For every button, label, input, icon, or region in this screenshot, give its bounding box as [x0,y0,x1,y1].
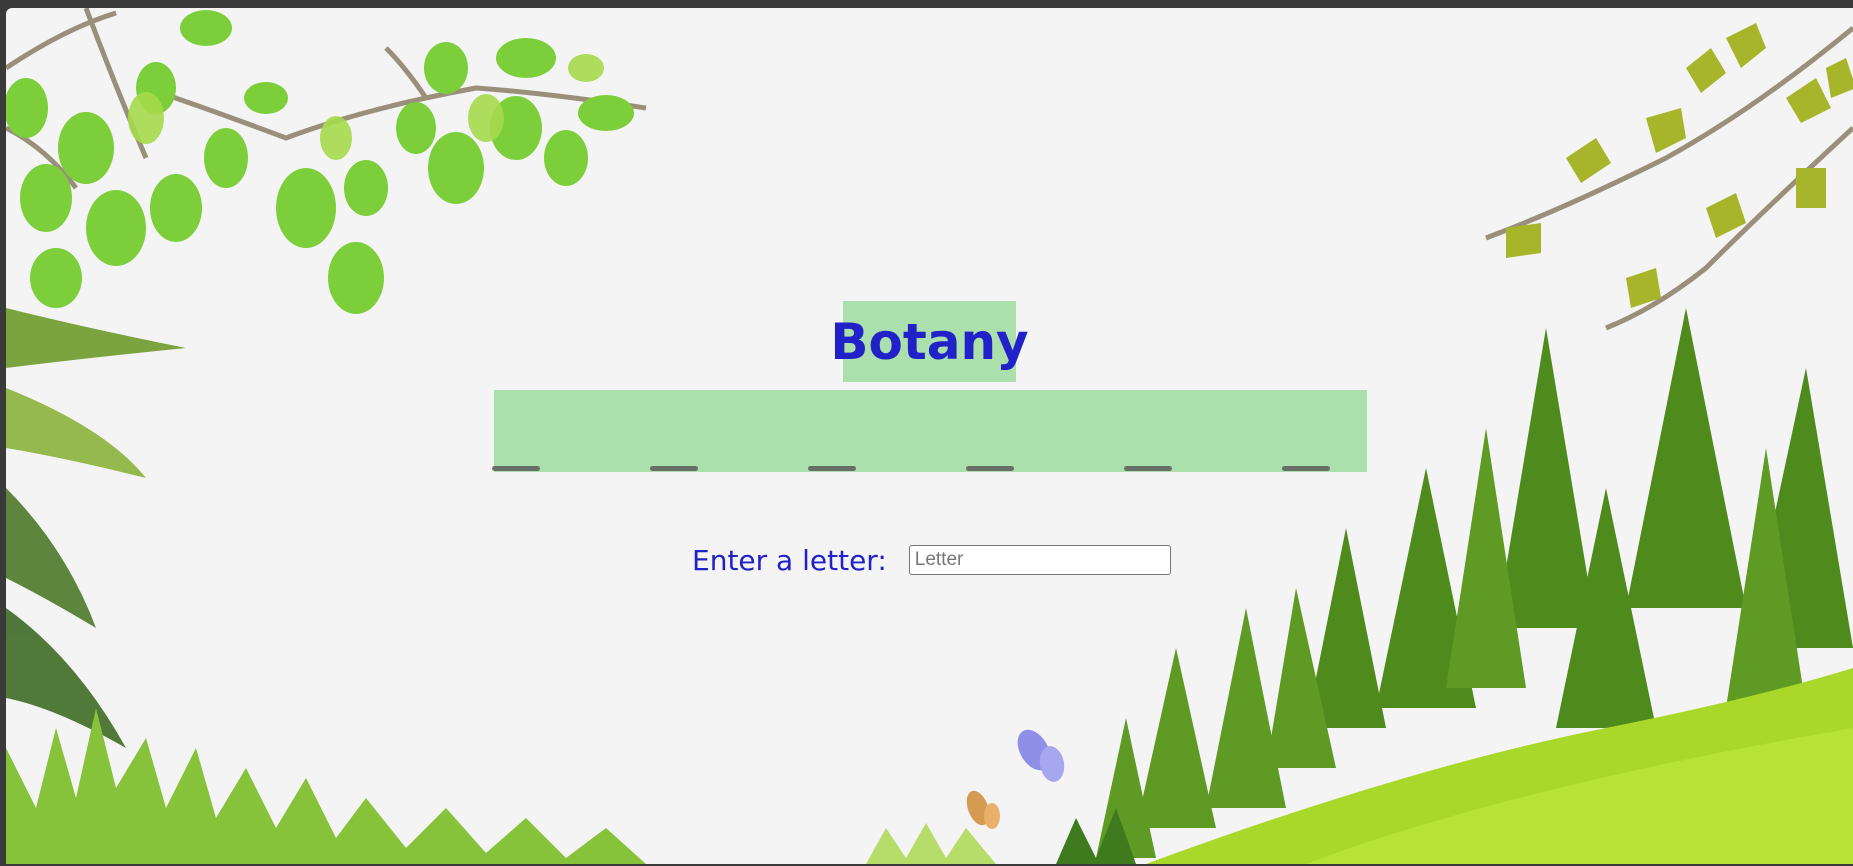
letter-blank [1124,466,1172,471]
butterfly-icon [966,729,1065,829]
letter-blank [650,466,698,471]
letter-blank [966,466,1014,471]
word-display [492,390,1367,472]
tree-branch-leaves-icon [6,8,647,314]
grass-icon [6,708,1136,864]
fern-left-icon [6,308,186,748]
game-page: Botany Enter a letter: [6,8,1853,864]
category-title: Botany [830,312,1029,371]
letter-blank [492,466,540,471]
guess-label: Enter a letter: [692,543,887,577]
letter-input[interactable] [908,545,1171,575]
holly-branch-icon [1485,23,1853,331]
letter-blank [1282,466,1330,471]
category-title-box: Botany [830,301,1029,382]
guess-form: Enter a letter: [692,540,1171,580]
letter-blank [808,466,856,471]
